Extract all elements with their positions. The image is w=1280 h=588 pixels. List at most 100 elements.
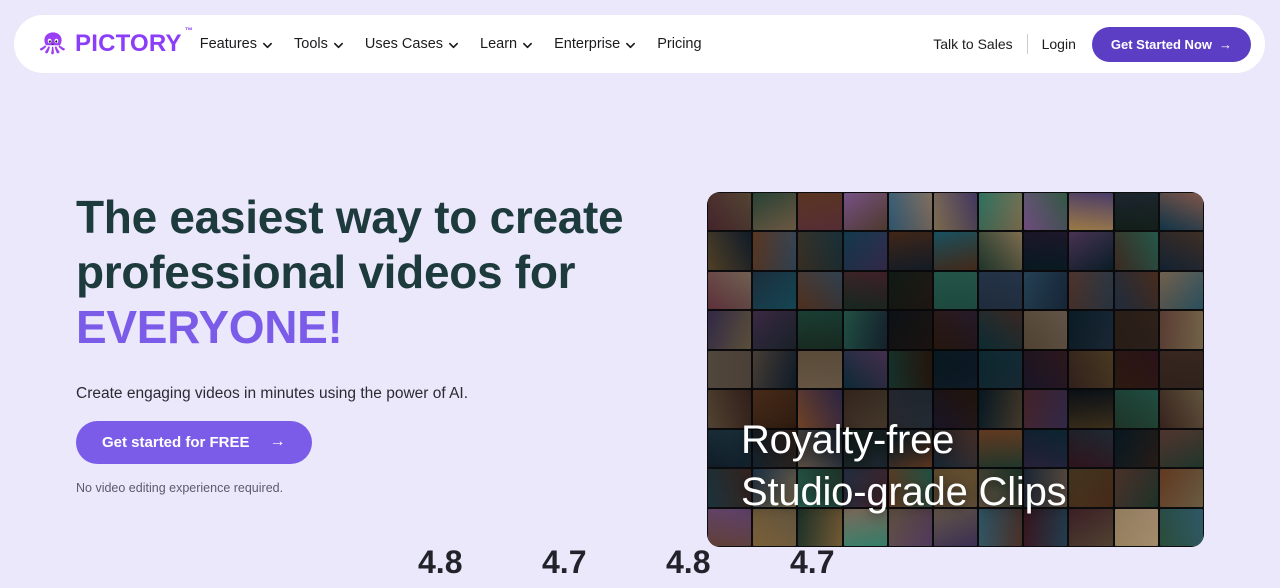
video-thumbnail-tile [888,350,932,389]
video-thumbnail-tile [933,508,978,546]
video-thumbnail-tile [798,193,842,231]
brand-name-text: PICTORY [75,30,182,57]
trademark-symbol: ™ [184,26,193,35]
rating-item: 4.8 [666,546,790,578]
rating-score: 4.7 [542,544,587,580]
nav-item-label: Features [199,36,257,52]
video-thumbnail-tile [1159,390,1203,428]
chevron-down-icon [263,41,272,50]
video-thumbnail-tile [888,311,932,349]
talk-to-sales-link[interactable]: Talk to Sales [933,36,1026,52]
video-thumbnail-tile [798,469,842,507]
video-thumbnail-tile [843,232,887,270]
video-thumbnail-tile [753,232,797,270]
nav-item-uses-cases[interactable]: Uses Cases [365,36,458,52]
video-thumbnail-tile [888,271,932,310]
nav-item-label: Uses Cases [364,36,444,52]
video-thumbnail-tile [1159,271,1203,310]
video-thumbnail-tile [1024,232,1068,270]
nav-item-enterprise[interactable]: Enterprise [554,36,636,52]
video-thumbnail-tile [933,350,978,389]
hero-subtitle: Create engaging videos in minutes using … [76,385,469,402]
video-thumbnail-tile [708,469,752,507]
video-thumbnail-tile [888,508,932,546]
nav-item-label: Learn [480,36,518,52]
video-thumbnail-tile [979,193,1023,231]
hero-video-preview[interactable]: Royalty-free Studio-grade Clips [707,192,1204,547]
video-thumbnail-tile [933,271,978,310]
video-thumbnail-tile [1069,193,1113,231]
video-thumbnail-tile [1024,311,1068,349]
video-thumbnail-tile [1069,232,1113,270]
video-thumbnail-tile [979,350,1023,389]
video-thumbnail-tile [843,429,887,468]
arrow-right-icon: → [1219,36,1232,52]
video-thumbnail-tile [843,193,887,231]
video-thumbnail-tile [933,390,978,428]
video-thumbnail-tile [753,193,797,231]
login-link[interactable]: Login [1028,36,1092,52]
nav-actions: Talk to Sales Login Get Started Now → [933,26,1251,62]
video-thumbnail-tile [1024,350,1068,389]
video-thumbnail-tile [888,232,932,270]
video-thumbnail-tile [798,232,842,270]
video-thumbnail-tile [933,469,978,507]
video-thumbnail-tile [1114,271,1158,310]
video-thumbnail-tile [1114,193,1158,231]
video-thumbnail-tile [753,429,797,468]
video-thumbnail-tile [708,429,752,468]
hero-note: No video editing experience required. [76,480,284,495]
video-thumbnail-tile [979,429,1023,468]
chevron-down-icon [626,41,636,50]
nav-item-features[interactable]: Features [200,36,272,52]
video-thumbnail-tile [979,469,1023,507]
arrow-right-icon: → [269,433,286,451]
video-thumbnail-tile [1069,350,1113,389]
video-thumbnail-tile [1024,390,1068,428]
video-thumbnail-tile [1159,350,1203,389]
hero-title-highlight: EVERYONE! [76,301,343,353]
video-thumbnail-tile [1159,429,1203,468]
video-thumbnail-tile [798,429,842,468]
video-thumbnail-tile [1024,429,1068,468]
video-thumbnail-tile [708,350,752,389]
get-started-now-label: Get Started Now [1110,36,1212,52]
video-thumbnail-tile [933,311,978,349]
nav-item-learn[interactable]: Learn [480,36,533,52]
video-thumbnail-tile [933,193,978,231]
rating-score: 4.7 [790,544,835,580]
video-thumbnail-tile [1069,508,1113,546]
rating-item: 4.8 [418,546,542,578]
video-thumbnail-tile [979,311,1023,349]
video-thumbnail-tile [1159,311,1203,349]
video-thumbnail-tile [753,311,797,349]
brand-logo[interactable]: PICTORY ™ [38,27,193,59]
video-thumbnail-tile [1069,469,1113,507]
video-thumbnail-tile [1114,429,1158,468]
chevron-down-icon [333,41,343,50]
page-title: The easiest way to create professional v… [76,190,676,355]
video-thumbnail-tile [843,508,887,546]
rating-item: 4.7 [542,546,666,578]
video-thumbnail-tile [1114,311,1158,349]
chevron-down-icon [449,41,458,50]
video-thumbnail-tile [708,508,752,546]
video-thumbnail-tile [843,271,887,310]
video-thumbnail-tile [933,232,978,270]
video-thumbnail-tile [798,311,842,349]
video-thumbnail-tile [1114,469,1158,507]
hero-title-line-1: The easiest way to create [76,191,624,243]
video-thumbnail-tile [979,232,1023,270]
nav-item-pricing[interactable]: Pricing [657,36,701,52]
octopus-icon [38,29,68,59]
get-started-now-button[interactable]: Get Started Now → [1091,26,1251,62]
video-thumbnail-tile [979,271,1023,310]
chevron-down-icon [523,41,533,50]
video-thumbnail-tile [753,469,797,507]
video-thumbnail-tile [708,232,752,270]
video-thumbnail-tile [708,311,752,349]
get-started-for-free-button[interactable]: Get started for FREE → [76,420,312,464]
nav-links: Features Tools Uses Cases Learn Enterpri [200,36,933,52]
video-thumbnail-tile [1114,508,1158,546]
nav-item-tools[interactable]: Tools [294,36,343,52]
